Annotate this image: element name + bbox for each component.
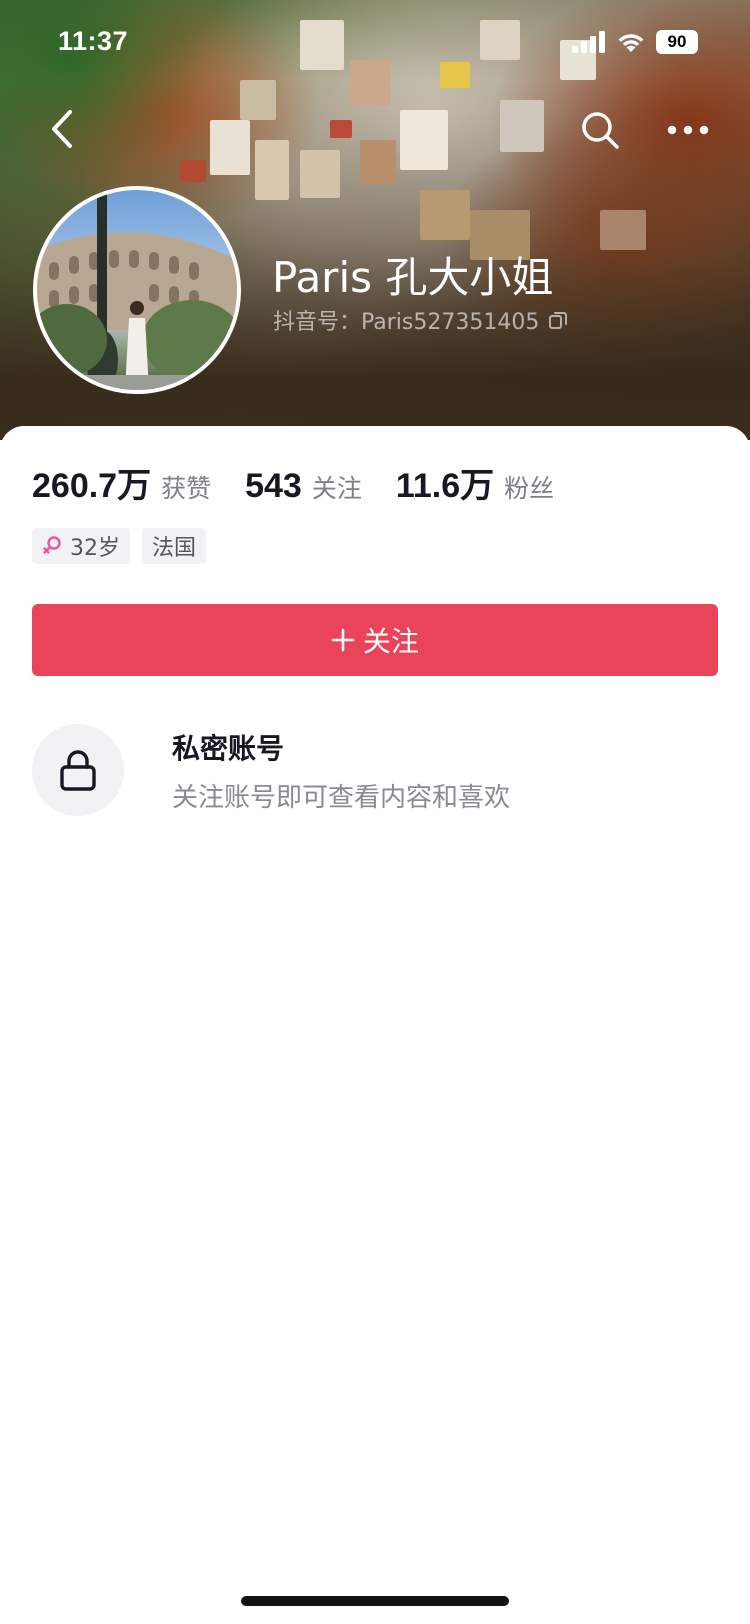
stat-likes[interactable]: 260.7万 获赞 (32, 458, 211, 507)
cellular-signal-icon (572, 31, 605, 53)
stat-label: 获赞 (161, 474, 212, 503)
private-account-description: 关注账号即可查看内容和喜欢 (172, 782, 511, 813)
douyin-id-text: 抖音号：Paris527351405 (273, 310, 540, 335)
status-time: 11:37 (58, 26, 129, 56)
age-tag: 32岁 (32, 528, 130, 564)
follow-button-label: 关注 (362, 625, 419, 658)
stat-value: 260.7万 (32, 467, 152, 505)
copy-icon[interactable] (547, 309, 569, 331)
follow-button[interactable]: 关注 (32, 604, 718, 676)
private-account-title: 私密账号 (172, 731, 285, 765)
wifi-icon (618, 34, 644, 52)
stat-label: 粉丝 (504, 474, 555, 503)
location-text: 法国 (152, 536, 197, 561)
plus-icon (331, 628, 355, 652)
stat-following[interactable]: 543 关注 (245, 467, 362, 506)
home-indicator[interactable] (241, 1596, 509, 1606)
stat-label: 关注 (311, 474, 362, 503)
chevron-left-icon[interactable] (42, 104, 82, 154)
more-dots-icon[interactable] (664, 110, 712, 150)
age-text: 32岁 (70, 536, 120, 561)
profile-screen: 11:37 90 Paris 孔大小姐 抖音号：Paris527351405 2… (0, 0, 750, 1624)
status-icons: 90 (572, 30, 698, 54)
battery-indicator: 90 (656, 30, 698, 54)
stat-followers[interactable]: 11.6万 粉丝 (396, 458, 554, 507)
female-icon (43, 536, 61, 554)
avatar[interactable] (33, 186, 241, 394)
search-icon[interactable] (578, 108, 622, 152)
private-account-text: 私密账号 关注账号即可查看内容和喜欢 (172, 727, 510, 814)
stat-value: 543 (245, 467, 302, 505)
stats-row: 260.7万 获赞 543 关注 11.6万 粉丝 (32, 458, 554, 507)
profile-name: Paris 孔大小姐 (272, 253, 554, 302)
avatar-photo (37, 190, 237, 390)
lock-icon (60, 750, 96, 791)
lock-badge (32, 724, 124, 816)
stat-value: 11.6万 (395, 467, 495, 505)
douyin-id: 抖音号：Paris527351405 (273, 304, 569, 336)
location-tag: 法国 (142, 528, 207, 564)
private-account-notice: 私密账号 关注账号即可查看内容和喜欢 (32, 724, 510, 816)
profile-tags: 32岁 法国 (32, 528, 207, 564)
